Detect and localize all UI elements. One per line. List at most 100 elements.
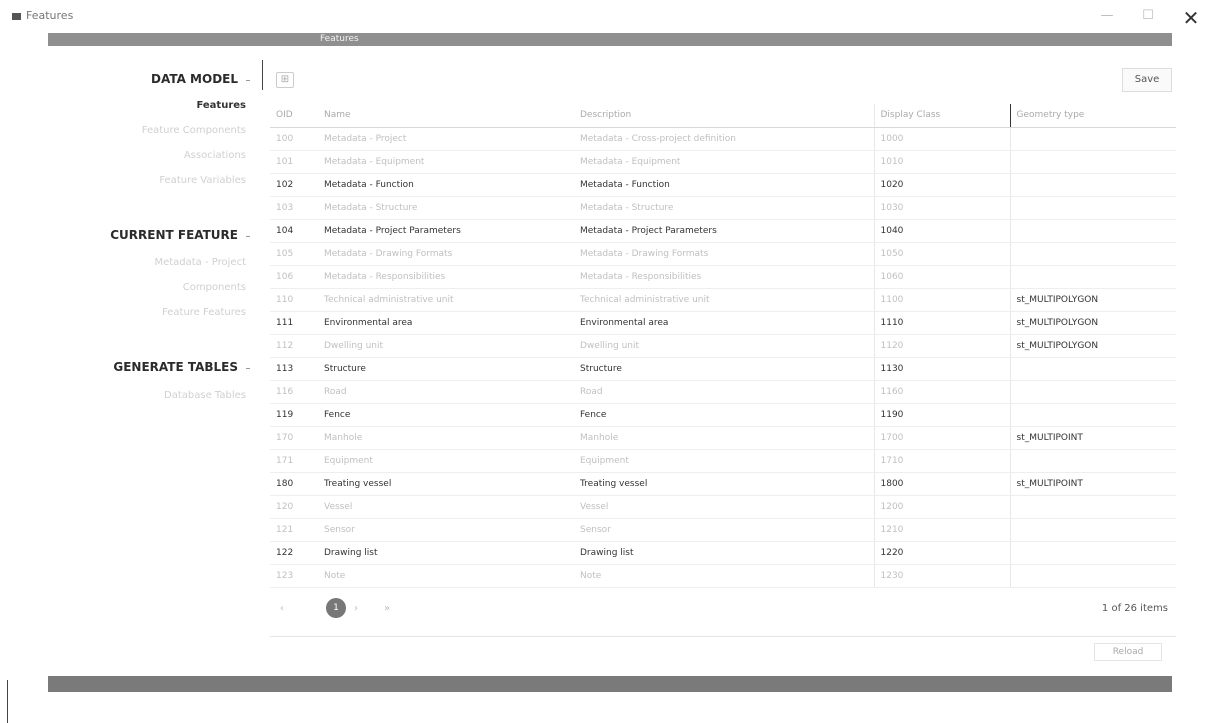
sidebar-item-features[interactable]: Features [196,100,246,111]
page-1-button[interactable]: 1 [326,598,346,618]
cell-name: Metadata - Function [318,173,574,197]
cell-geometry-type [1009,380,1176,404]
next-page-button[interactable]: › [354,603,358,614]
section-title-generate-tables: GENERATE TABLES [113,360,238,374]
table-row[interactable]: 116 Road Road 1160 [270,380,1176,404]
cell-oid: 101 [270,150,318,174]
table-row[interactable]: 119 Fence Fence 1190 [270,403,1176,427]
table-row[interactable]: 122 Drawing list Drawing list 1220 [270,541,1176,565]
cell-description: Technical administrative unit [574,288,874,312]
divider [270,636,1176,637]
table-row[interactable]: 101 Metadata - Equipment Metadata - Equipm… [270,150,1176,174]
sidebar-item-feature-components[interactable]: Feature Components [142,125,246,136]
cell-name: Metadata - Responsibilities [318,265,574,289]
filter-icon[interactable]: ⊞ [276,72,294,88]
cell-name: Metadata - Structure [318,196,574,220]
cell-display-class: 1800 [873,472,1010,496]
section-title-current-feature: CURRENT FEATURE [110,228,238,242]
table-row[interactable]: 102 Metadata - Function Metadata - Functio… [270,173,1176,197]
item-count: 1 of 26 items [1101,603,1168,614]
cell-description: Metadata - Drawing Formats [574,242,874,266]
title-bar: Features — ☐ ✕ [0,0,1218,32]
table-row[interactable]: 111 Environmental area Environmental area 1… [270,311,1176,335]
cell-geometry-type [1009,357,1176,381]
cell-name: Metadata - Project Parameters [318,219,574,243]
save-button[interactable]: Save [1122,68,1172,92]
divider [7,680,8,723]
cell-display-class: 1130 [873,357,1010,381]
cell-display-class: 1220 [873,541,1010,565]
section-tick [246,236,250,237]
sidebar-item-metadata-project[interactable]: Metadata - Project [154,257,246,268]
cell-geometry-type [1009,196,1176,220]
table-row[interactable]: 120 Vessel Vessel 1200 [270,495,1176,519]
cell-geometry-type [1009,173,1176,197]
column-header-display-class[interactable]: Display Class [873,104,1010,128]
table-row[interactable]: 170 Manhole Manhole 1700 st_MULTIPOINT [270,426,1176,450]
minimize-icon[interactable]: — [1097,8,1117,24]
table-row[interactable]: 112 Dwelling unit Dwelling unit 1120 st_MULT… [270,334,1176,358]
cell-display-class: 1010 [873,150,1010,174]
sidebar-item-feature-features[interactable]: Feature Features [162,307,246,318]
sidebar-item-feature-variables[interactable]: Feature Variables [159,175,246,186]
sidebar-item-database-tables[interactable]: Database Tables [164,390,246,401]
column-header-description[interactable]: Description [574,104,874,128]
cell-oid: 103 [270,196,318,220]
header-band: Features [48,33,1172,46]
cell-geometry-type [1009,219,1176,243]
cell-oid: 102 [270,173,318,197]
column-header-oid[interactable]: OID [270,104,318,128]
table-row[interactable]: 171 Equipment Equipment 1710 [270,449,1176,473]
section-tick [246,80,250,81]
cell-description: Metadata - Cross-project definition [574,127,874,151]
cell-description: Fence [574,403,874,427]
table-row[interactable]: 103 Metadata - Structure Metadata - Struct… [270,196,1176,220]
cell-description: Equipment [574,449,874,473]
cell-oid: 119 [270,403,318,427]
cell-geometry-type [1009,265,1176,289]
table-row[interactable]: 180 Treating vessel Treating vessel 1800 st_… [270,472,1176,496]
table-row[interactable]: 113 Structure Structure 1130 [270,357,1176,381]
features-table: OID Name Description Display Class Geome… [270,104,1176,588]
table-row[interactable]: 104 Metadata - Project Parameters Metadata… [270,219,1176,243]
cell-name: Vessel [318,495,574,519]
cell-name: Metadata - Equipment [318,150,574,174]
table-row[interactable]: 100 Metadata - Project Metadata - Cross-pr… [270,127,1176,151]
cell-name: Metadata - Drawing Formats [318,242,574,266]
cell-name: Fence [318,403,574,427]
prev-page-button[interactable]: ‹ [280,603,284,614]
cell-display-class: 1000 [873,127,1010,151]
table-row[interactable]: 110 Technical administrative unit Technica… [270,288,1176,312]
cell-geometry-type: st_MULTIPOLYGON [1009,334,1176,358]
table-row[interactable]: 121 Sensor Sensor 1210 [270,518,1176,542]
cell-geometry-type: st_MULTIPOINT [1009,472,1176,496]
cell-geometry-type [1009,518,1176,542]
section-tick [246,368,250,369]
cell-name: Environmental area [318,311,574,335]
cell-description: Metadata - Responsibilities [574,265,874,289]
table-row[interactable]: 123 Note Note 1230 [270,564,1176,588]
cell-display-class: 1020 [873,173,1010,197]
sidebar-item-components[interactable]: Components [183,282,246,293]
cell-geometry-type [1009,242,1176,266]
cell-description: Road [574,380,874,404]
column-header-name[interactable]: Name [318,104,574,128]
column-header-geometry-type[interactable]: Geometry type [1009,104,1176,128]
close-icon[interactable]: ✕ [1180,6,1202,30]
cell-display-class: 1050 [873,242,1010,266]
cell-oid: 171 [270,449,318,473]
cell-geometry-type [1009,564,1176,588]
table-row[interactable]: 105 Metadata - Drawing Formats Metadata - … [270,242,1176,266]
cell-oid: 122 [270,541,318,565]
cell-geometry-type: st_MULTIPOLYGON [1009,288,1176,312]
maximize-icon[interactable]: ☐ [1138,8,1158,24]
cell-geometry-type [1009,403,1176,427]
reload-button[interactable]: Reload [1094,643,1162,661]
last-page-button[interactable]: » [384,603,390,614]
sidebar-item-associations[interactable]: Associations [184,150,246,161]
cell-description: Metadata - Project Parameters [574,219,874,243]
table-row[interactable]: 106 Metadata - Responsibilities Metadata -… [270,265,1176,289]
footer-band [48,676,1172,692]
cell-description: Vessel [574,495,874,519]
cell-name: Equipment [318,449,574,473]
